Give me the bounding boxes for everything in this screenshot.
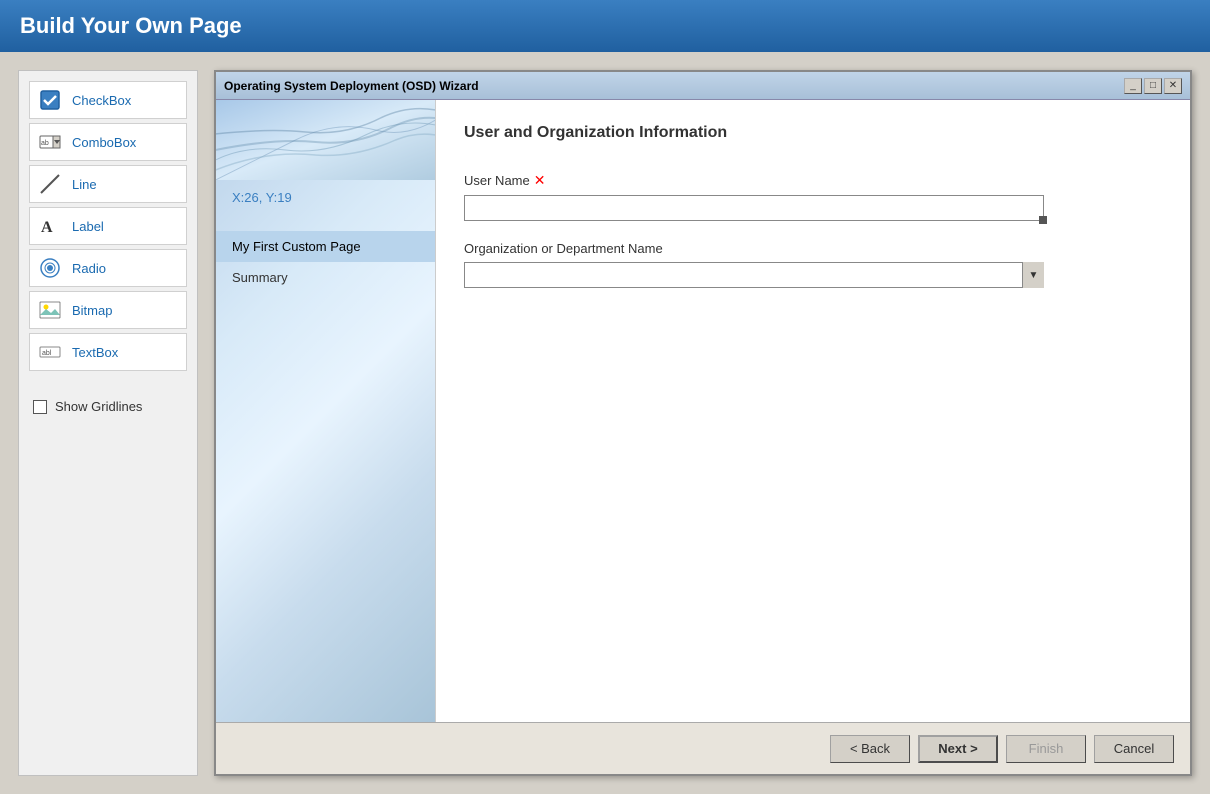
textbox-icon: abl [38,340,62,364]
org-name-label-text: Organization or Department Name [464,241,663,256]
org-name-field-group: Organization or Department Name ▼ [464,241,1162,288]
finish-button[interactable]: Finish [1006,735,1086,763]
wizard-footer: < Back Next > Finish Cancel [216,722,1190,774]
combobox-label: ComboBox [72,135,136,150]
toolbox-item-combobox[interactable]: ab ComboBox [29,123,187,161]
toolbox-item-radio[interactable]: Radio [29,249,187,287]
bitmap-icon [38,298,62,322]
content-title: User and Organization Information [464,124,1162,142]
wizard-body: X:26, Y:19 My First Custom Page Summary … [216,100,1190,722]
next-button[interactable]: Next > [918,735,998,763]
combo-dropdown-arrow[interactable]: ▼ [1022,262,1044,288]
window-controls: _ □ ✕ [1124,78,1182,94]
gridlines-checkbox[interactable] [33,400,47,414]
combobox-icon: ab [38,130,62,154]
toolbox-item-label[interactable]: A Label [29,207,187,245]
user-name-label-text: User Name [464,173,530,188]
checkbox-icon [38,88,62,112]
user-name-field-group: User Name ✕ [464,172,1162,221]
bitmap-label: Bitmap [72,303,112,318]
app-header: Build Your Own Page [0,0,1210,52]
gridlines-label: Show Gridlines [55,399,142,414]
radio-icon [38,256,62,280]
minimize-button[interactable]: _ [1124,78,1142,94]
show-gridlines-toggle[interactable]: Show Gridlines [29,391,187,422]
toolbox-item-line[interactable]: Line [29,165,187,203]
close-button[interactable]: ✕ [1164,78,1182,94]
wizard-title: Operating System Deployment (OSD) Wizard [224,79,479,93]
wizard-window: Operating System Deployment (OSD) Wizard… [214,70,1192,776]
wizard-banner: X:26, Y:19 My First Custom Page Summary [216,100,436,722]
svg-text:ab: ab [41,140,49,147]
user-name-label: User Name ✕ [464,172,1162,189]
label-icon: A [38,214,62,238]
line-icon [38,172,62,196]
user-name-input[interactable] [464,195,1044,221]
wizard-content: User and Organization Information User N… [436,100,1190,722]
label-label: Label [72,219,104,234]
cancel-button[interactable]: Cancel [1094,735,1174,763]
org-name-label: Organization or Department Name [464,241,1162,256]
nav-item-custom-page[interactable]: My First Custom Page [216,231,435,262]
app-title: Build Your Own Page [20,13,242,39]
textbox-label: TextBox [72,345,118,360]
toolbox-item-checkbox[interactable]: CheckBox [29,81,187,119]
nav-item-summary[interactable]: Summary [216,262,435,293]
back-button[interactable]: < Back [830,735,910,763]
toolbox-panel: CheckBox ab ComboBox Line [18,70,198,776]
wizard-nav: My First Custom Page Summary [216,231,435,293]
resize-handle[interactable] [1039,216,1047,224]
checkbox-label: CheckBox [72,93,131,108]
nav-item-custom-page-label: My First Custom Page [232,239,361,254]
nav-item-summary-label: Summary [232,270,288,285]
maximize-button[interactable]: □ [1144,78,1162,94]
svg-text:abl: abl [42,350,52,357]
wizard-titlebar: Operating System Deployment (OSD) Wizard… [216,72,1190,100]
banner-pattern [216,100,435,180]
toolbox-item-textbox[interactable]: abl TextBox [29,333,187,371]
org-name-combo-wrapper: ▼ [464,262,1044,288]
required-star: ✕ [534,172,546,189]
main-content: CheckBox ab ComboBox Line [0,52,1210,794]
radio-label: Radio [72,261,106,276]
line-label: Line [72,177,97,192]
org-name-input[interactable] [464,262,1044,288]
toolbox-item-bitmap[interactable]: Bitmap [29,291,187,329]
user-name-input-wrapper [464,195,1044,221]
svg-text:A: A [41,219,53,236]
